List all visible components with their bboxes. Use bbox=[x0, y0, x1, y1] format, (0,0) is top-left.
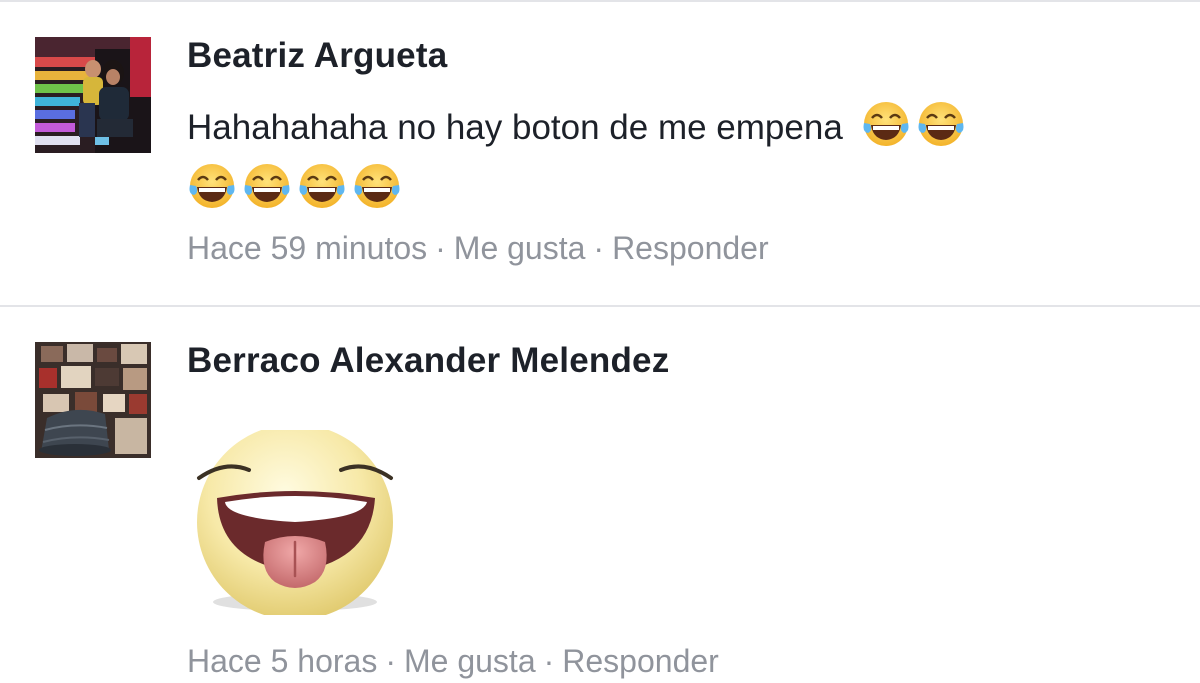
comment-author-name[interactable]: Berraco Alexander Melendez bbox=[187, 341, 669, 381]
comment-body: Hahahahaha no hay boton de me empena bbox=[187, 108, 843, 147]
comment-meta: Hace 5 horas · Me gusta · Responder bbox=[187, 643, 719, 680]
comment-author-name[interactable]: Beatriz Argueta bbox=[187, 36, 447, 76]
like-button[interactable]: Me gusta bbox=[454, 230, 586, 267]
comment-meta: Hace 59 minutos · Me gusta · Responder bbox=[187, 230, 769, 267]
face-with-tears-of-joy-icon bbox=[297, 161, 347, 211]
meta-separator: · bbox=[543, 643, 555, 679]
reply-button[interactable]: Responder bbox=[612, 230, 769, 267]
face-with-tears-of-joy-icon bbox=[861, 99, 911, 149]
comment-divider bbox=[0, 0, 1200, 2]
laughing-face-tongue-out-sticker-icon bbox=[185, 424, 403, 620]
face-with-tears-of-joy-icon bbox=[187, 161, 237, 211]
face-with-tears-of-joy-icon bbox=[916, 99, 966, 149]
face-with-tears-of-joy-icon bbox=[352, 161, 402, 211]
like-button[interactable]: Me gusta bbox=[404, 643, 536, 680]
reply-button[interactable]: Responder bbox=[562, 643, 719, 680]
comment-timestamp[interactable]: Hace 59 minutos bbox=[187, 230, 427, 267]
comment-timestamp[interactable]: Hace 5 horas bbox=[187, 643, 377, 680]
meta-separator: · bbox=[385, 643, 396, 679]
comment-text: Hahahahaha no hay boton de me empena bbox=[187, 97, 1117, 221]
comment-divider bbox=[0, 305, 1200, 307]
meta-separator: · bbox=[435, 230, 446, 266]
meta-separator: · bbox=[593, 230, 605, 266]
avatar[interactable] bbox=[35, 37, 151, 153]
face-with-tears-of-joy-icon bbox=[242, 161, 292, 211]
comments-list: Beatriz Argueta Hahahahaha no hay boton … bbox=[0, 0, 1200, 683]
avatar[interactable] bbox=[35, 342, 151, 458]
